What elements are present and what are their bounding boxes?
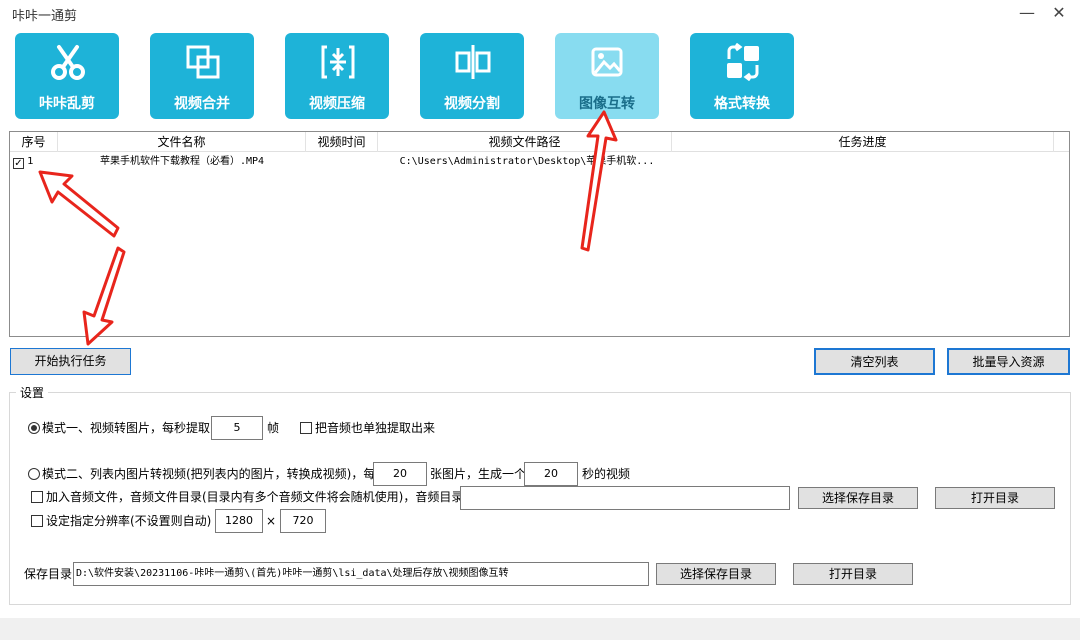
header-index[interactable]: 序号 (10, 132, 58, 152)
tool-button-image-convert[interactable]: 图像互转 (555, 33, 659, 119)
radio-selected-icon[interactable] (28, 422, 40, 434)
seconds-input[interactable]: 20 (524, 462, 578, 486)
tool-button-random-cut[interactable]: 咔咔乱剪 (15, 33, 119, 119)
fps-input[interactable]: 5 (211, 416, 263, 440)
row-path: C:\Users\Administrator\Desktop\苹果手机软... (399, 156, 655, 167)
mode2-mid-text: 张图片，生成一个 (430, 467, 527, 481)
tool-button-compress[interactable]: 视频压缩 (285, 33, 389, 119)
status-bar (0, 618, 1080, 640)
save-choose-dir-button[interactable]: 选择保存目录 (656, 563, 776, 585)
extract-audio-checkbox[interactable]: 把音频也单独提取出来 (300, 419, 435, 437)
minimize-button[interactable]: — (1014, 2, 1040, 24)
checkbox-icon[interactable]: ✓ (13, 158, 24, 169)
checkbox-icon[interactable] (31, 515, 43, 527)
mode2-tail-text: 秒的视频 (582, 467, 631, 481)
tool-label: 咔咔乱剪 (39, 96, 95, 112)
row-duration (306, 153, 378, 171)
tool-button-split[interactable]: 视频分割 (420, 33, 524, 119)
mode1-label: 模式一、视频转图片，每秒提取 (42, 421, 211, 435)
save-dir-label: 保存目录 (24, 567, 73, 581)
tool-label: 格式转换 (714, 96, 770, 112)
tool-button-format-convert[interactable]: 格式转换 (690, 33, 794, 119)
save-open-dir-button[interactable]: 打开目录 (793, 563, 913, 585)
add-audio-checkbox[interactable]: 加入音频文件，音频文件目录(目录内有多个音频文件将会随机使用)，音频目录 (31, 488, 463, 506)
tool-label: 视频分割 (444, 96, 500, 112)
compress-icon (321, 45, 355, 79)
mode2-radio[interactable]: 模式二、列表内图片转视频(把列表内的图片，转换成视频)，每 (28, 465, 375, 483)
header-name[interactable]: 文件名称 (58, 132, 306, 152)
format-convert-icon (727, 43, 759, 81)
save-dir-input[interactable]: D:\软件安装\20231106-咔咔一通剪\(首先)咔咔一通剪\lsi_dat… (73, 562, 649, 586)
row-progress (672, 153, 1054, 171)
header-path[interactable]: 视频文件路径 (378, 132, 672, 152)
add-audio-label: 加入音频文件，音频文件目录(目录内有多个音频文件将会随机使用)，音频目录 (46, 490, 464, 504)
resolution-label: 设定指定分辨率(不设置则自动) (46, 514, 212, 528)
resolution-height-input[interactable]: 720 (280, 509, 326, 533)
window-title: 咔咔一通剪 (12, 9, 78, 24)
resolution-times: × (266, 514, 277, 528)
audio-choose-dir-button[interactable]: 选择保存目录 (798, 487, 918, 509)
merge-icon (186, 45, 220, 79)
fps-unit: 帧 (267, 421, 280, 435)
audio-open-dir-button[interactable]: 打开目录 (935, 487, 1055, 509)
header-duration[interactable]: 视频时间 (306, 132, 378, 152)
radio-unselected-icon[interactable] (28, 468, 40, 480)
resolution-width-input[interactable]: 1280 (215, 509, 263, 533)
images-per-video-input[interactable]: 20 (373, 462, 427, 486)
list-header: 序号 文件名称 视频时间 视频文件路径 任务进度 (10, 132, 1069, 152)
scissors-icon (51, 45, 85, 80)
start-task-button[interactable]: 开始执行任务 (10, 348, 131, 375)
tool-label: 视频压缩 (309, 96, 365, 112)
row-index: 1 (27, 156, 34, 167)
image-convert-icon (591, 47, 623, 77)
resolution-checkbox[interactable]: 设定指定分辨率(不设置则自动) (31, 512, 211, 530)
header-progress[interactable]: 任务进度 (672, 132, 1054, 152)
tool-label: 视频合并 (174, 96, 230, 112)
close-button[interactable]: ✕ (1046, 2, 1072, 24)
tool-label: 图像互转 (579, 96, 635, 112)
settings-legend: 设置 (16, 384, 49, 401)
row-file-name: 苹果手机软件下载教程（必看）.MP4 (99, 156, 265, 167)
split-icon (455, 45, 491, 79)
batch-import-button[interactable]: 批量导入资源 (947, 348, 1070, 375)
file-list[interactable]: 序号 文件名称 视频时间 视频文件路径 任务进度 ✓ 1 苹果手机软件下载教程（… (9, 131, 1070, 337)
clear-list-button[interactable]: 清空列表 (814, 348, 935, 375)
app-window: 咔咔一通剪 — ✕ 咔咔乱剪 视频合并 视频压缩 视频分割 图像互转 格式转换 … (0, 0, 1080, 640)
mode1-radio[interactable]: 模式一、视频转图片，每秒提取 (28, 419, 210, 437)
checkbox-icon[interactable] (31, 491, 43, 503)
tool-button-merge[interactable]: 视频合并 (150, 33, 254, 119)
mode2-label: 模式二、列表内图片转视频(把列表内的图片，转换成视频)，每 (42, 467, 376, 481)
row-checkbox[interactable]: ✓ 1 (13, 153, 53, 171)
audio-dir-input[interactable] (460, 486, 790, 510)
checkbox-icon[interactable] (300, 422, 312, 434)
extract-audio-label: 把音频也单独提取出来 (315, 421, 436, 435)
